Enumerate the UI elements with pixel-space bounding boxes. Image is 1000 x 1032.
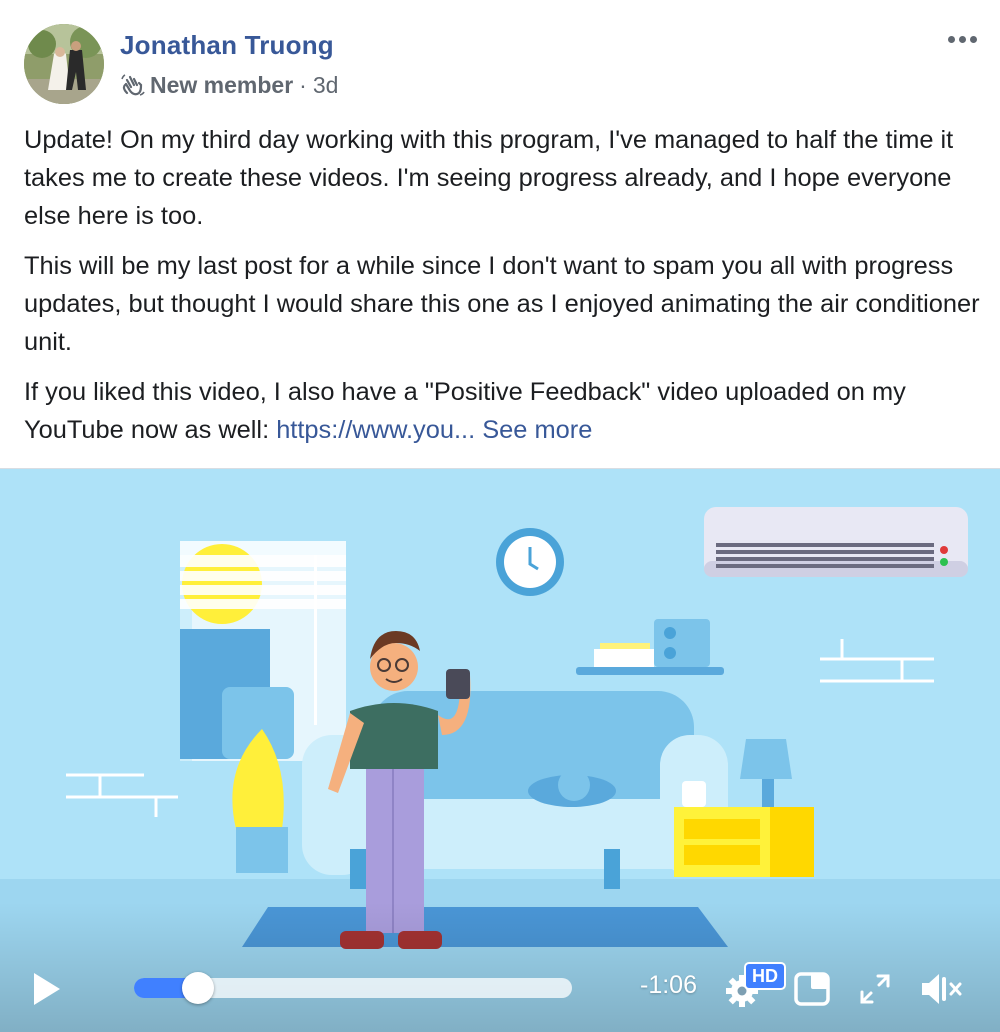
post-body: Update! On my third day working with thi…	[24, 121, 984, 461]
post-meta: New member · 3d	[120, 72, 338, 99]
post-paragraph: Update! On my third day working with thi…	[24, 126, 954, 230]
avatar-image	[24, 24, 104, 104]
more-options-icon	[969, 35, 977, 43]
volume-button[interactable]	[918, 969, 966, 1009]
volume-muted-icon	[922, 974, 962, 1004]
post-time[interactable]: 3d	[313, 72, 339, 99]
seek-bar[interactable]	[134, 972, 572, 1004]
play-icon	[34, 973, 60, 1005]
member-badge: New member	[150, 72, 294, 98]
fullscreen-button[interactable]	[858, 972, 892, 1006]
more-options-button[interactable]	[942, 26, 982, 52]
hd-badge: HD	[744, 962, 786, 990]
youtube-link[interactable]: https://www.you...	[276, 416, 475, 444]
video-player[interactable]: -1:06 HD	[0, 468, 1000, 1032]
picture-in-picture-icon	[794, 972, 830, 1006]
seek-handle[interactable]	[182, 972, 214, 1004]
author-name[interactable]: Jonathan Truong	[120, 30, 334, 61]
fullscreen-icon	[860, 974, 890, 1004]
play-button[interactable]	[30, 969, 64, 1009]
wave-hand-icon	[121, 73, 145, 96]
post-paragraph: This will be my last post for a while si…	[24, 252, 980, 356]
see-more-link[interactable]: See more	[482, 416, 592, 444]
post-paragraph: If you liked this video, I also have a "…	[24, 373, 984, 449]
post-header: Jonathan Truong New member · 3d	[0, 0, 1000, 120]
picture-in-picture-button[interactable]	[794, 972, 830, 1006]
meta-separator: ·	[299, 72, 307, 98]
time-remaining: -1:06	[640, 971, 697, 999]
more-options-icon	[947, 35, 955, 43]
controls-overlay	[0, 902, 1000, 1032]
author-avatar[interactable]	[24, 24, 104, 104]
more-options-icon	[958, 35, 966, 43]
